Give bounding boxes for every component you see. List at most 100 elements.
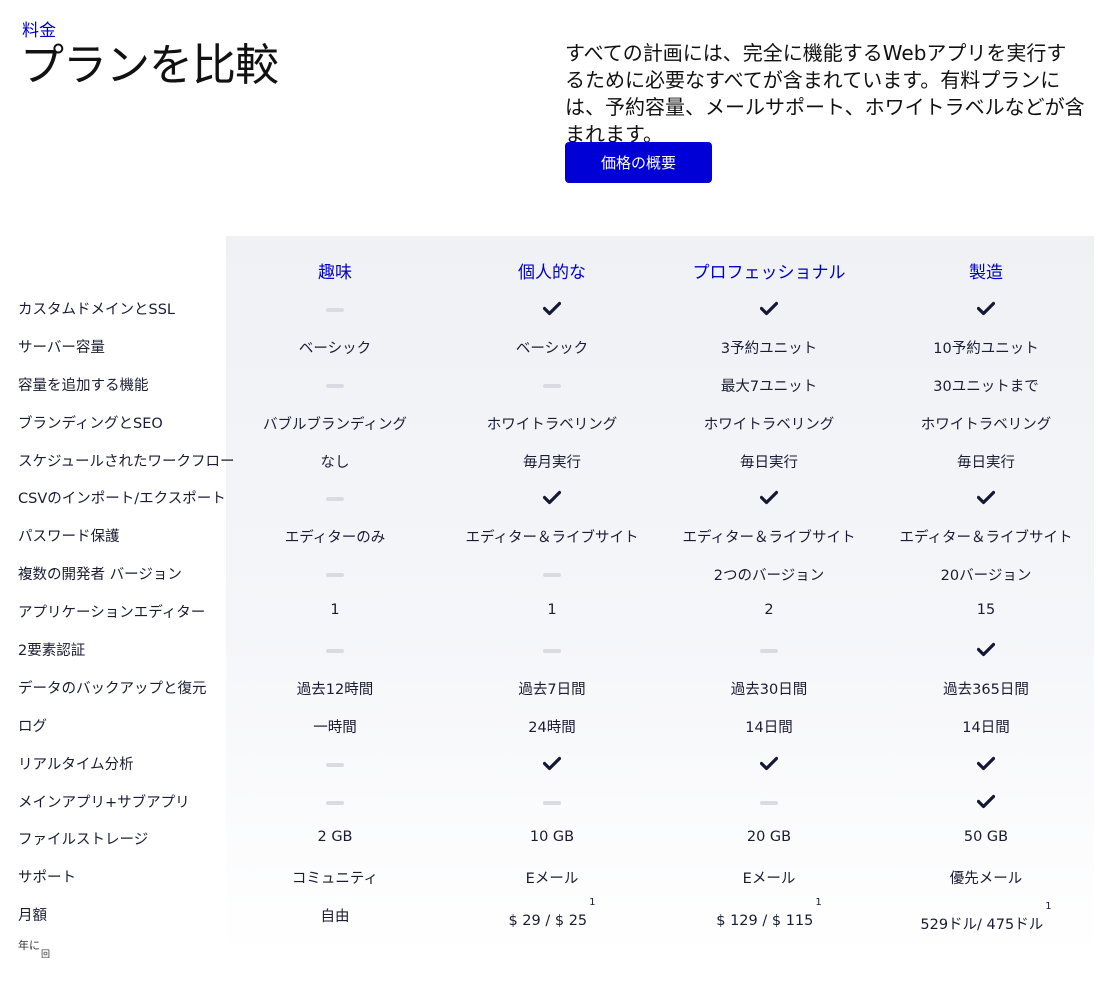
- feature-label: 容量を追加する機能: [18, 377, 149, 394]
- checkmark-icon: [877, 299, 1095, 316]
- checkmark-icon: [877, 792, 1095, 809]
- table-row: ブランディングとSEO バブルブランディング ホワイトラベリング ホワイトラベリング ホ…: [0, 404, 1095, 442]
- table-row: サポート コミュニティ Eメール Eメール 優先メール: [0, 858, 1095, 896]
- price-cell: $ 129 / $ 1151: [660, 897, 878, 929]
- feature-label: メインアプリ+サブアプリ: [18, 794, 190, 811]
- feature-value: 20 GB: [746, 829, 792, 846]
- table-row: スケジュールされたワークフロー なし 毎月実行 毎日実行 毎日実行: [0, 442, 1095, 480]
- checkmark-icon: [443, 488, 661, 505]
- feature-label: ファイルストレージ: [18, 832, 149, 849]
- feature-value: 過去365日間: [943, 681, 1029, 698]
- table-row: ログ 一時間 24時間 14日間 14日間: [0, 707, 1095, 745]
- feature-value: ホワイトラベリング: [486, 416, 618, 433]
- not-included-dash-icon: [226, 299, 444, 315]
- checkmark-icon: [877, 754, 1095, 771]
- feature-value: 過去12時間: [296, 681, 374, 698]
- not-included-dash-icon: [660, 792, 878, 808]
- feature-value: 過去30日間: [730, 681, 808, 698]
- feature-value: 50 GB: [963, 829, 1009, 846]
- price-value: $ 29 / $ 25: [508, 913, 588, 930]
- price-footnote-marker: 1: [589, 897, 596, 909]
- pricing-overview-button[interactable]: 価格の概要: [565, 142, 712, 183]
- feature-value: 20バージョン: [940, 568, 1032, 585]
- price-footnote-marker: 1: [815, 897, 822, 909]
- feature-value: 2: [764, 602, 774, 619]
- feature-value: 2 GB: [317, 829, 353, 846]
- feature-value: ホワイトラベリング: [920, 416, 1052, 433]
- price-cell: $ 29 / $ 251: [443, 897, 661, 930]
- not-included-dash-icon: [660, 640, 878, 656]
- table-row: メインアプリ+サブアプリ: [0, 783, 1095, 821]
- not-included-dash-icon: [443, 564, 661, 580]
- price-footnote-marker: 1: [1045, 901, 1052, 913]
- feature-label: ブランディングとSEO: [18, 415, 163, 432]
- table-row: 複数の開発者 バージョン 2つのバージョン 20バージョン: [0, 555, 1095, 593]
- feature-value: コミュニティ: [291, 871, 379, 888]
- feature-label: データのバックアップと復元: [18, 680, 207, 697]
- feature-label: ログ: [18, 718, 47, 735]
- feature-value: 15: [976, 602, 996, 619]
- feature-value: Eメール: [742, 871, 796, 888]
- not-included-dash-icon: [443, 792, 661, 808]
- feature-value: ベーシック: [515, 340, 589, 357]
- feature-value: エディターのみ: [284, 530, 386, 547]
- feature-value: 優先メール: [949, 871, 1023, 888]
- not-included-dash-icon: [226, 375, 444, 391]
- table-row: ファイルストレージ 2 GB 10 GB 20 GB 50 GB: [0, 820, 1095, 858]
- footnote-text: 年に: [18, 939, 40, 952]
- table-row: 2要素認証: [0, 631, 1095, 669]
- feature-label: スケジュールされたワークフロー: [18, 453, 235, 470]
- feature-value: 14日間: [745, 719, 793, 736]
- feature-value: エディター＆ライブサイト: [899, 530, 1073, 547]
- table-row: リアルタイム分析: [0, 745, 1095, 783]
- feature-value: エディター＆ライブサイト: [682, 530, 856, 547]
- table-row: パスワード保護 エディターのみ エディター＆ライブサイト エディター＆ライブサイト エデ…: [0, 517, 1095, 555]
- feature-value: 1: [330, 602, 340, 619]
- feature-label: アプリケーションエディター: [18, 605, 206, 622]
- feature-value: エディター＆ライブサイト: [465, 530, 639, 547]
- table-row: 月額 自由 $ 29 / $ 251 $ 129 / $ 1151 529ドル/ 475…: [0, 896, 1095, 934]
- feature-value: 3予約ユニット: [720, 340, 818, 357]
- table-row: CSVのインポート/エクスポート: [0, 479, 1095, 517]
- plan-header-row: 趣味 個人的な プロフェッショナル 製造: [0, 250, 1095, 290]
- not-included-dash-icon: [226, 564, 444, 580]
- checkmark-icon: [877, 488, 1095, 505]
- feature-value: 2つのバージョン: [713, 568, 825, 585]
- not-included-dash-icon: [443, 375, 661, 391]
- feature-value: ベーシック: [298, 340, 372, 357]
- feature-label: 2要素認証: [18, 643, 86, 660]
- feature-label: カスタムドメインとSSL: [18, 302, 175, 318]
- table-row: データのバックアップと復元 過去12時間 過去7日間 過去30日間 過去365日間: [0, 669, 1095, 707]
- checkmark-icon: [660, 299, 878, 316]
- intro-text: すべての計画には、完全に機能するWebアプリを実行するために必要なすべてが含まれ…: [565, 41, 1085, 146]
- feature-rows: カスタムドメインとSSL サーバー容量 ベーシック ベーシック 3予約ユニット 10予約ユ…: [0, 290, 1095, 934]
- feature-label: リアルタイム分析: [18, 756, 134, 773]
- footnote-sub: 回: [41, 950, 51, 960]
- table-row: カスタムドメインとSSL: [0, 290, 1095, 328]
- feature-value: 一時間: [313, 719, 357, 736]
- feature-value: 30ユニットまで: [933, 378, 1039, 395]
- comparison-table: 趣味 個人的な プロフェッショナル 製造 カスタムドメインとSSL サーバー容量 ベーシッ…: [0, 250, 1095, 934]
- plan-header-1: 個人的な: [518, 263, 586, 283]
- checkmark-icon: [443, 299, 661, 316]
- feature-label: サポート: [18, 870, 76, 887]
- feature-value: 過去7日間: [518, 681, 586, 698]
- feature-value: 10 GB: [529, 829, 575, 846]
- feature-value: 毎日実行: [740, 454, 798, 471]
- feature-value: 24時間: [528, 719, 576, 736]
- not-included-dash-icon: [226, 754, 444, 770]
- feature-value: 毎月実行: [523, 454, 581, 471]
- not-included-dash-icon: [226, 792, 444, 808]
- feature-value: ホワイトラベリング: [703, 416, 835, 433]
- not-included-dash-icon: [226, 488, 444, 504]
- price-cell: 529ドル/ 475ドル1: [877, 901, 1095, 934]
- feature-label: パスワード保護: [18, 529, 120, 546]
- page-title: プランを比較: [20, 40, 279, 91]
- checkmark-icon: [443, 754, 661, 771]
- plan-header-3: 製造: [969, 263, 1003, 283]
- feature-value: Eメール: [525, 871, 579, 888]
- feature-value: なし: [320, 454, 350, 471]
- feature-value: 14日間: [962, 719, 1010, 736]
- feature-value: 10予約ユニット: [933, 340, 1039, 357]
- feature-value: 最大7ユニット: [720, 378, 818, 395]
